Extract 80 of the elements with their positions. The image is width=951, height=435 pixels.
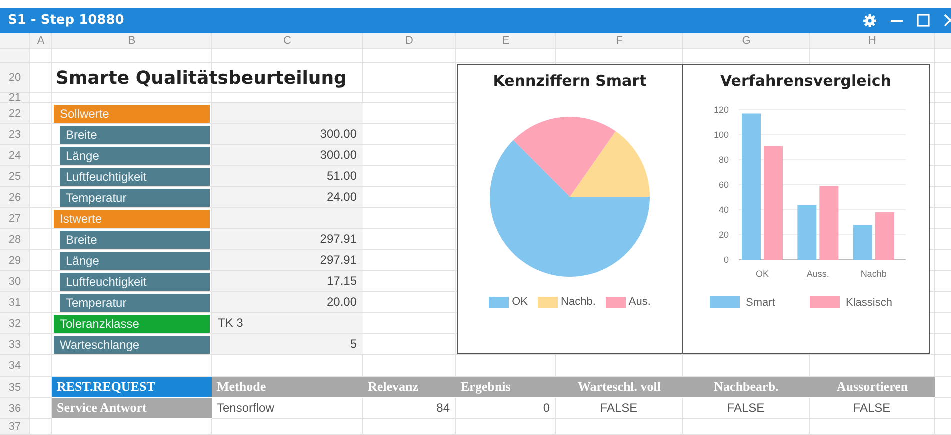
row-number[interactable]: 30 bbox=[0, 276, 30, 288]
row-number[interactable]: 26 bbox=[0, 192, 30, 204]
table-cell: 17.15 bbox=[212, 271, 363, 292]
parameter-label: Temperatur bbox=[60, 294, 210, 312]
table-cell: 300.00 bbox=[212, 124, 363, 145]
header-cell: Ergebnis bbox=[456, 377, 556, 398]
section-label: Istwerte bbox=[54, 210, 210, 228]
chart-title: Kennziffern Smart bbox=[493, 72, 647, 90]
row-number[interactable]: 22 bbox=[0, 108, 30, 120]
row-number[interactable]: 25 bbox=[0, 170, 30, 182]
row-number[interactable]: 20 bbox=[0, 72, 30, 84]
tick-label: 100 bbox=[713, 130, 728, 140]
table-cell: 300.00 bbox=[212, 145, 363, 166]
header-cell: Service Antwort bbox=[52, 398, 212, 419]
header-cell: Methode bbox=[212, 377, 363, 398]
parameter-label: Breite bbox=[60, 126, 210, 144]
table-cell: 297.91 bbox=[212, 229, 363, 250]
row-number[interactable]: 28 bbox=[0, 234, 30, 246]
tick-label: 80 bbox=[718, 155, 728, 165]
bar bbox=[874, 212, 894, 260]
legend-label: Nachb. bbox=[561, 296, 596, 308]
tick-label: 120 bbox=[713, 105, 728, 115]
row-number[interactable]: 31 bbox=[0, 296, 30, 308]
maximize-icon[interactable] bbox=[917, 14, 930, 27]
table-cell: TK 3 bbox=[212, 313, 363, 334]
table-cell: 297.91 bbox=[212, 250, 363, 271]
row-number[interactable]: 29 bbox=[0, 254, 30, 266]
parameter-label: Länge bbox=[60, 252, 210, 270]
column-header[interactable]: F bbox=[556, 35, 683, 47]
column-header[interactable]: A bbox=[30, 35, 52, 47]
column-header[interactable]: D bbox=[363, 35, 456, 47]
row-number[interactable]: 27 bbox=[0, 212, 30, 224]
row-number[interactable]: 32 bbox=[0, 318, 30, 330]
parameter-label: Breite bbox=[60, 231, 210, 249]
column-header[interactable]: G bbox=[683, 35, 810, 47]
legend-label: Smart bbox=[746, 297, 775, 309]
header-cell: Aussortieren bbox=[810, 377, 935, 398]
legend-label: Klassisch bbox=[846, 297, 892, 309]
chart-title: Verfahrensvergleich bbox=[720, 72, 892, 90]
legend-label: Aus. bbox=[628, 296, 651, 308]
tick-label: 0 bbox=[723, 255, 728, 265]
table-cell: 5 bbox=[212, 334, 363, 355]
tick-label: 20 bbox=[718, 230, 728, 240]
table-cell: 24.00 bbox=[212, 187, 363, 208]
row-number[interactable]: 23 bbox=[0, 128, 30, 140]
row-number[interactable]: 35 bbox=[0, 382, 30, 394]
window-title: S1 - Step 10880 bbox=[8, 13, 126, 28]
parameter-label: Länge bbox=[60, 147, 210, 165]
parameter-label: Luftfeuchtigkeit bbox=[60, 168, 210, 186]
row-number[interactable]: 37 bbox=[0, 421, 30, 433]
header-cell: Nachbearb. bbox=[683, 377, 810, 398]
row-number[interactable]: 33 bbox=[0, 338, 30, 350]
parameter-label: Warteschlange bbox=[54, 336, 210, 354]
bar bbox=[797, 205, 816, 260]
row-number[interactable]: 24 bbox=[0, 150, 30, 162]
row-number[interactable]: 21 bbox=[0, 92, 30, 104]
column-header[interactable]: C bbox=[212, 35, 363, 47]
bar bbox=[852, 225, 872, 260]
row-number[interactable]: 36 bbox=[0, 402, 30, 414]
table-cell: 51.00 bbox=[212, 166, 363, 187]
section-label: Sollwerte bbox=[54, 105, 210, 123]
header-cell: Relevanz bbox=[363, 377, 456, 398]
parameter-label: Luftfeuchtigkeit bbox=[60, 273, 210, 291]
parameter-label: Toleranzklasse bbox=[54, 315, 210, 333]
column-header[interactable]: B bbox=[52, 35, 212, 47]
category-label: Auss. bbox=[806, 269, 829, 279]
tick-label: 60 bbox=[718, 180, 728, 190]
category-label: Nachb bbox=[860, 269, 886, 279]
tick-label: 40 bbox=[718, 205, 728, 215]
category-label: OK bbox=[756, 269, 768, 279]
header-cell: REST.REQUEST bbox=[52, 377, 212, 398]
legend-label: OK bbox=[512, 296, 528, 308]
column-header[interactable]: E bbox=[456, 35, 556, 47]
sheet-heading: Smarte Qualitätsbeurteilung bbox=[55, 68, 348, 88]
column-header[interactable]: H bbox=[810, 35, 935, 47]
settings-icon[interactable] bbox=[863, 14, 877, 28]
header-cell: Warteschl. voll bbox=[556, 377, 683, 398]
parameter-label: Temperatur bbox=[60, 189, 210, 207]
table-cell: 20.00 bbox=[212, 292, 363, 313]
row-number[interactable]: 34 bbox=[0, 360, 30, 372]
